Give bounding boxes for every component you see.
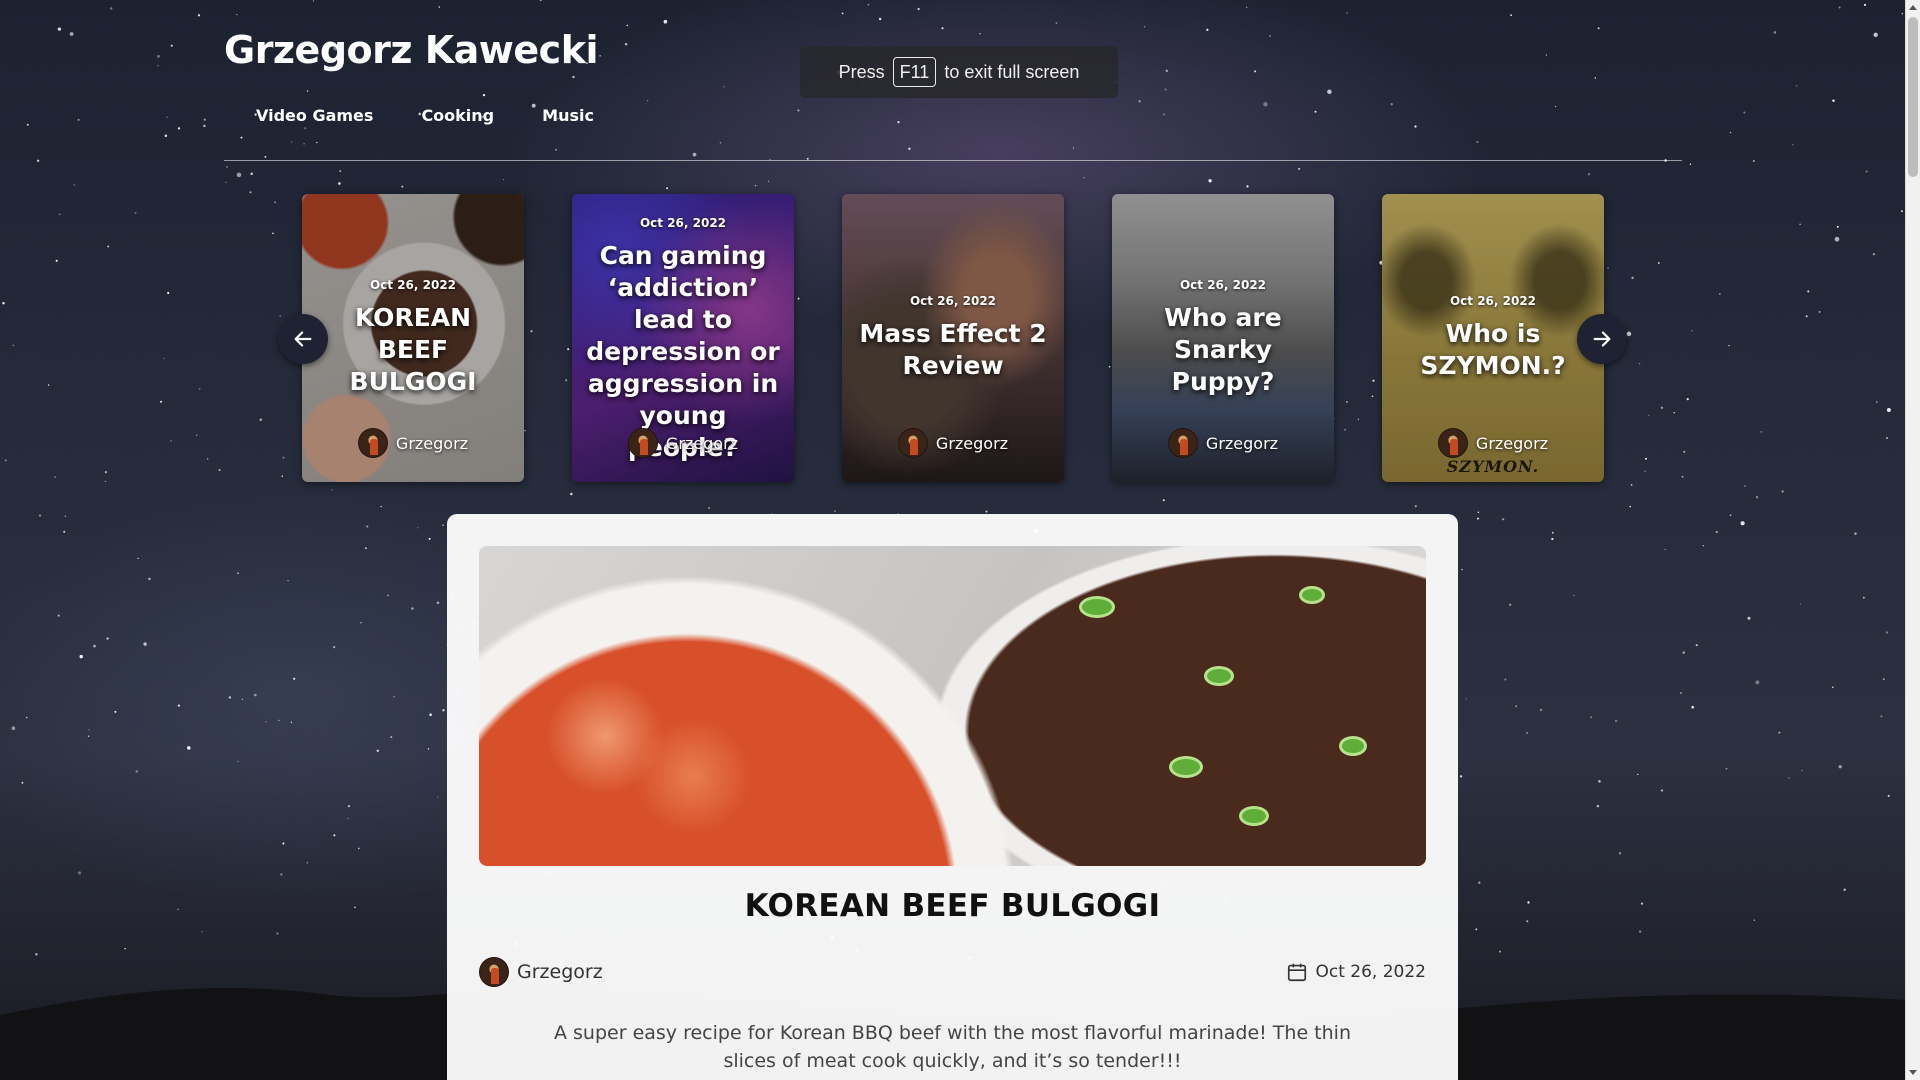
scroll-up-icon[interactable] — [1909, 5, 1917, 10]
nav-video-games[interactable]: Video Games — [256, 106, 373, 125]
avatar — [897, 428, 928, 458]
card-author: Grzegorz — [1382, 428, 1604, 458]
card-title: Who is SZYMON.? — [1420, 319, 1566, 380]
header-divider — [224, 160, 1682, 161]
card-image-lettering: SZYMON. — [1446, 457, 1540, 476]
nav-cooking[interactable]: Cooking — [421, 106, 494, 125]
f11-key: F11 — [892, 57, 937, 87]
calendar-icon — [1287, 963, 1306, 982]
card-author-name: Grzegorz — [1205, 433, 1279, 453]
article-date: Oct 26, 2022 — [1286, 961, 1427, 983]
card-author: Grzegorz — [842, 428, 1064, 458]
card-author: Grzegorz — [572, 428, 794, 458]
card-date: Oct 26, 2022 — [1449, 294, 1537, 308]
fullscreen-notice: Press F11 to exit full screen — [800, 46, 1118, 98]
card-author: Grzegorz — [302, 428, 524, 458]
article-card: KOREAN BEEF BULGOGI Grzegorz Oct 26, 202… — [447, 514, 1458, 1080]
article-author-name: Grzegorz — [517, 961, 603, 983]
avatar — [479, 957, 509, 987]
card-author: Grzegorz — [1112, 428, 1334, 458]
nav-music[interactable]: Music — [542, 106, 594, 125]
arrow-left-icon — [294, 331, 312, 347]
avatar — [357, 428, 388, 458]
carousel-card[interactable]: Oct 26, 2022 Who are Snarky Puppy? Grzeg… — [1112, 194, 1334, 482]
card-date: Oct 26, 2022 — [1179, 278, 1267, 292]
article-hero-image — [479, 546, 1426, 866]
carousel-card[interactable]: Oct 26, 2022 KOREAN BEEF BULGOGI Grzegor… — [302, 194, 524, 482]
card-author-name: Grzegorz — [395, 433, 469, 453]
carousel-card[interactable]: Oct 26, 2022 Mass Effect 2 Review Grzego… — [842, 194, 1064, 482]
card-author-name: Grzegorz — [935, 433, 1009, 453]
card-date: Oct 26, 2022 — [639, 216, 727, 230]
carousel-prev-button[interactable] — [278, 314, 328, 364]
page-scrollbar[interactable] — [1905, 0, 1920, 1080]
card-date: Oct 26, 2022 — [369, 278, 457, 292]
article-author[interactable]: Grzegorz — [479, 957, 603, 987]
avatar — [627, 428, 658, 458]
article-meta: Grzegorz Oct 26, 2022 — [479, 957, 1426, 989]
carousel-next-button[interactable] — [1577, 314, 1627, 364]
avatar — [1167, 428, 1198, 458]
article-description: A super easy recipe for Korean BBQ beef … — [554, 1022, 1351, 1072]
card-title: Mass Effect 2 Review — [859, 319, 1047, 380]
scrollbar-thumb[interactable] — [1908, 17, 1918, 177]
card-title: Who are Snarky Puppy? — [1164, 303, 1282, 396]
fullscreen-notice-prefix: Press — [838, 61, 885, 82]
card-date: Oct 26, 2022 — [909, 294, 997, 308]
article-date-text: Oct 26, 2022 — [1315, 962, 1427, 982]
card-author-name: Grzegorz — [665, 433, 739, 453]
carousel-card[interactable]: Oct 26, 2022 Can gaming ‘addiction’ lead… — [572, 194, 794, 482]
card-author-name: Grzegorz — [1475, 433, 1549, 453]
avatar — [1437, 428, 1468, 458]
post-carousel: Oct 26, 2022 KOREAN BEEF BULGOGI Grzegor… — [302, 194, 1604, 482]
arrow-right-icon — [1593, 331, 1611, 347]
card-title: KOREAN BEEF BULGOGI — [349, 303, 477, 396]
carousel-card[interactable]: Oct 26, 2022 Who is SZYMON.? Grzegorz SZ… — [1382, 194, 1604, 482]
scroll-down-icon[interactable] — [1909, 1070, 1917, 1075]
article-title: KOREAN BEEF BULGOGI — [744, 888, 1161, 924]
fullscreen-notice-suffix: to exit full screen — [944, 61, 1080, 82]
main-nav: Video Games Cooking Music — [256, 106, 594, 125]
